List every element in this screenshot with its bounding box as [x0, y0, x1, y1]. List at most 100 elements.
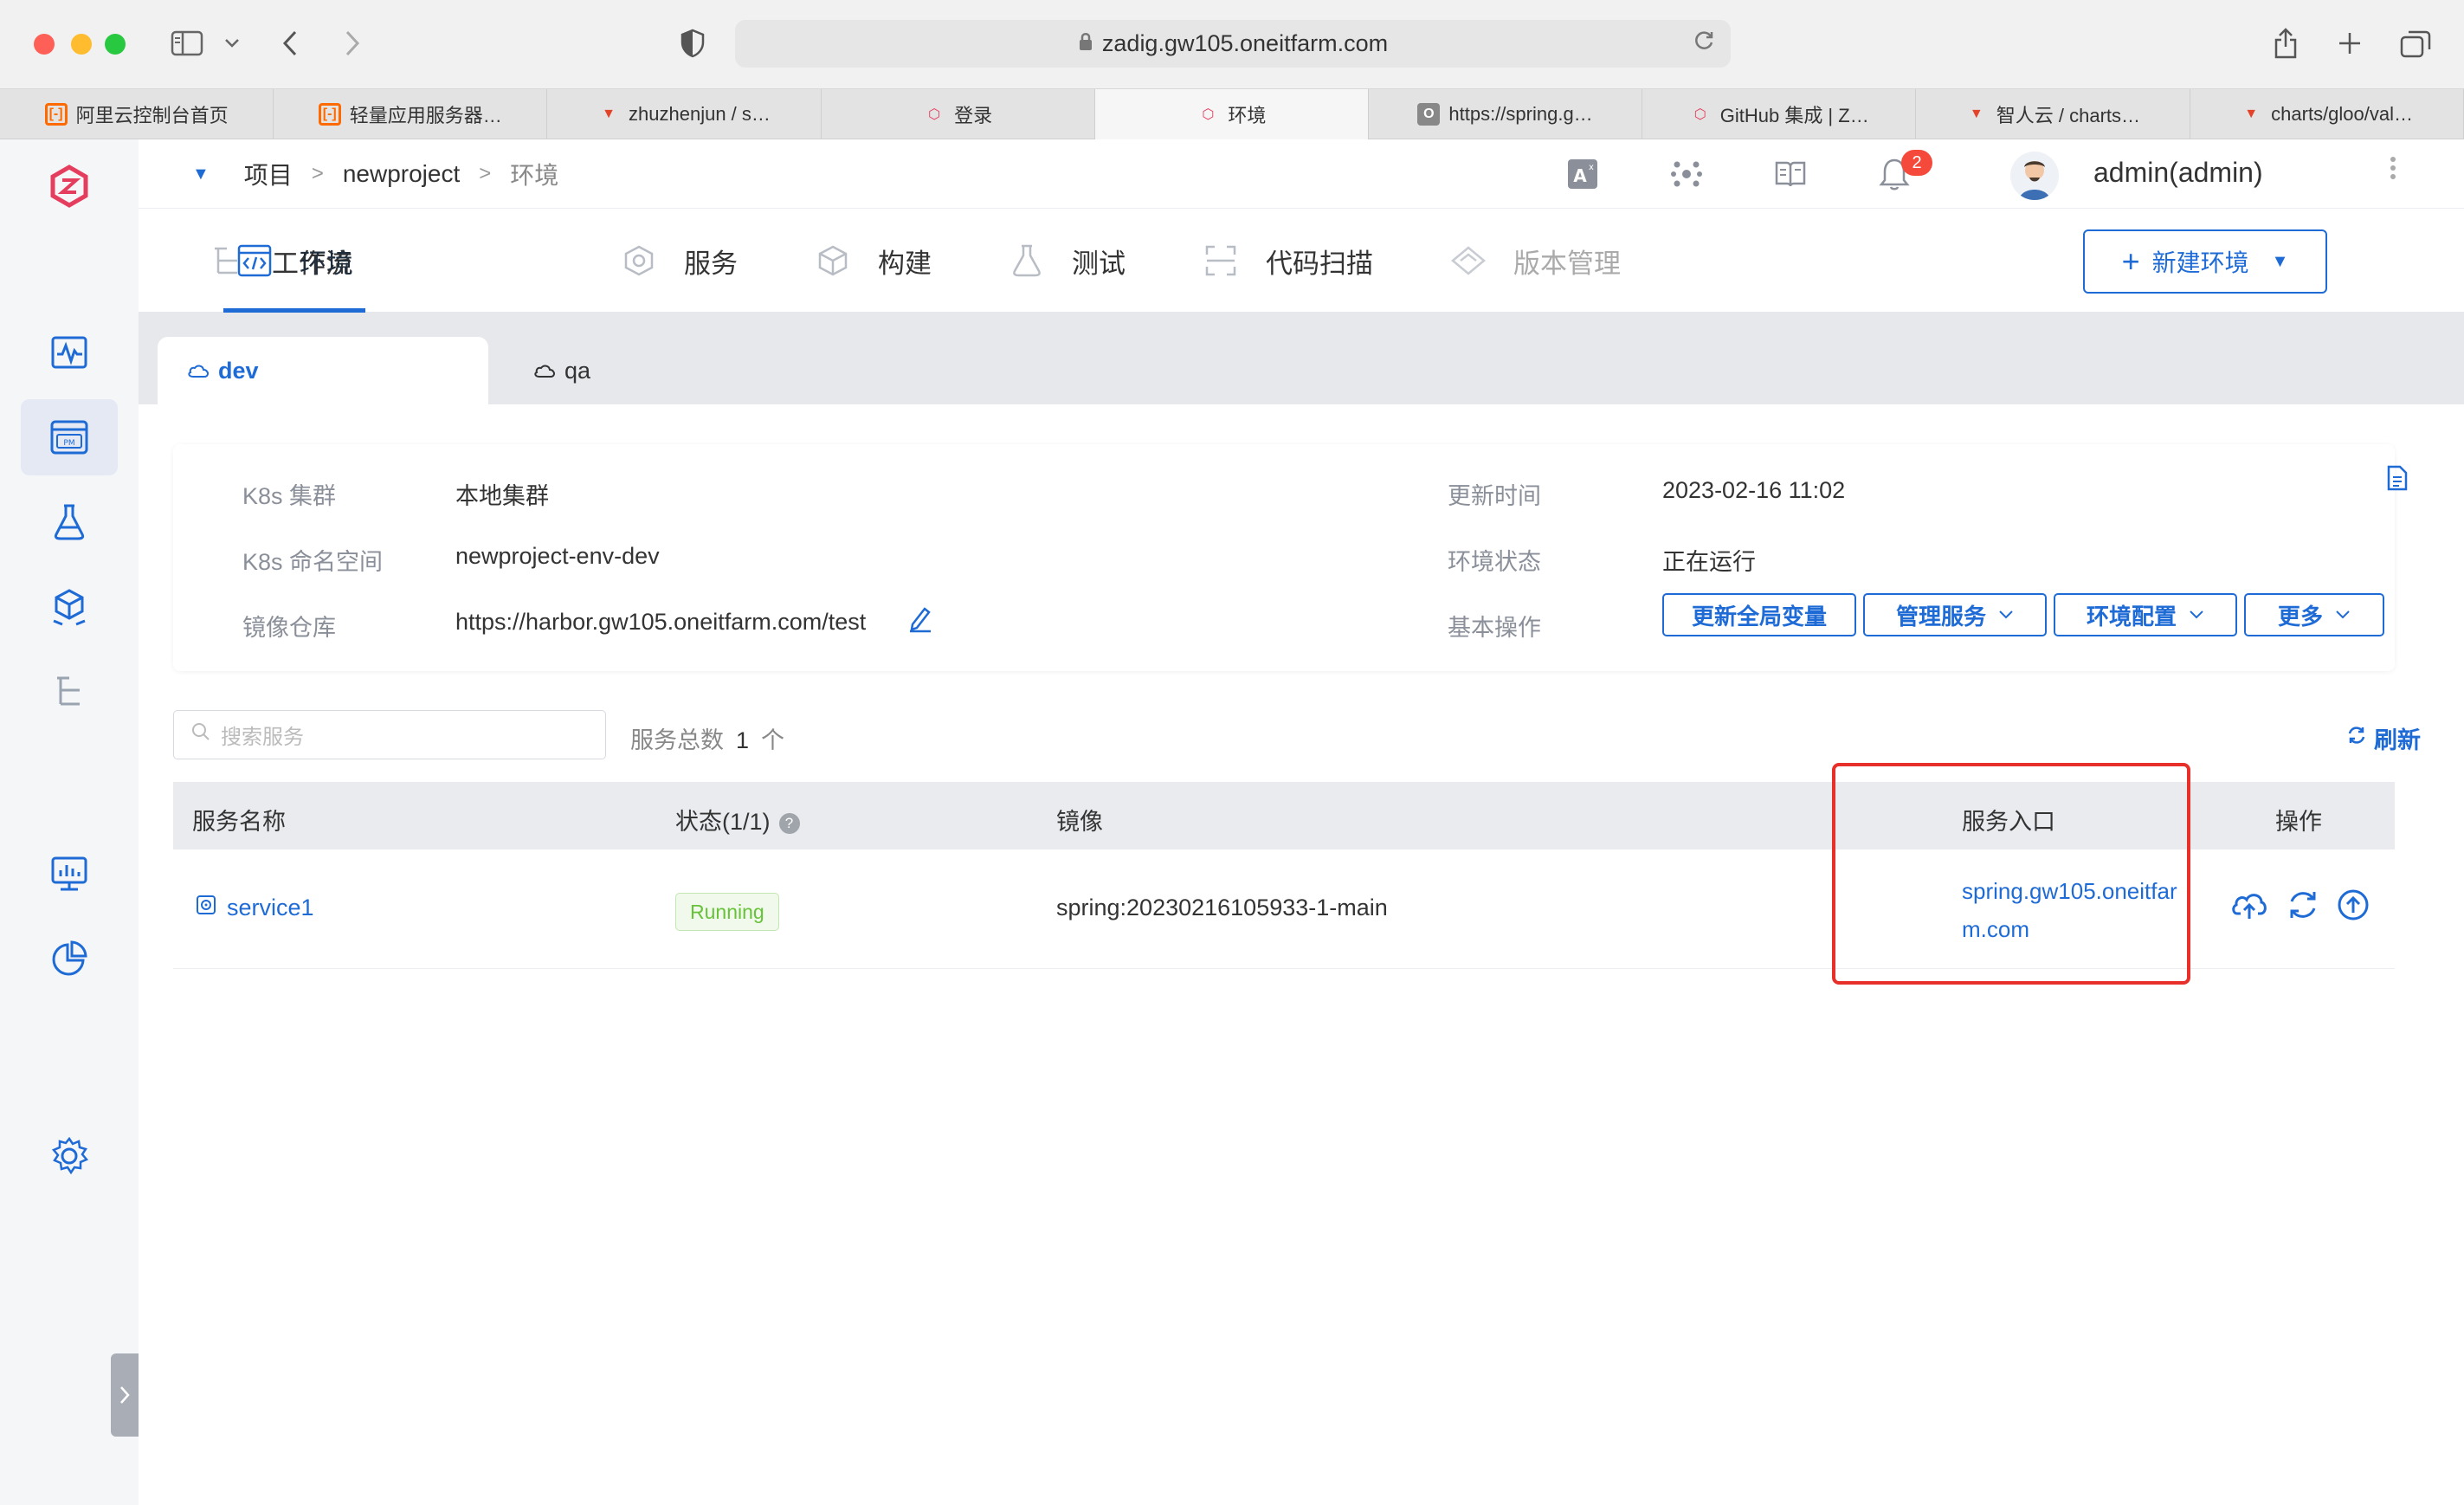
browser-tab[interactable]: [-] 轻量应用服务器…	[274, 89, 548, 139]
privacy-shield-icon[interactable]	[675, 24, 710, 62]
namespace-label: K8s 命名空间	[242, 549, 384, 575]
updated-label: 更新时间	[1448, 483, 1541, 509]
env-tab-dev[interactable]: dev	[158, 337, 488, 404]
environment-tabs: dev qa	[139, 313, 2464, 404]
version-icon	[1449, 242, 1487, 280]
svg-text:x: x	[1589, 163, 1594, 172]
tab-version[interactable]: 版本管理	[1449, 209, 1621, 313]
more-vertical-icon[interactable]	[2390, 155, 2396, 188]
avatar[interactable]	[2010, 152, 2059, 200]
tab-environment[interactable]: 环境	[223, 209, 365, 313]
service-total-count: 1	[736, 727, 750, 753]
monitor-pulse-icon[interactable]	[21, 314, 118, 391]
env-tab-qa[interactable]: qa	[504, 337, 694, 404]
reload-icon[interactable]	[1693, 29, 1715, 58]
env-config-button[interactable]: 环境配置	[2054, 593, 2237, 636]
env-tab-label: dev	[218, 357, 259, 384]
breadcrumb-item-newproject[interactable]: newproject	[343, 160, 460, 188]
refresh-button[interactable]: 刷新	[2346, 721, 2421, 755]
tab-test[interactable]: 测试	[1008, 209, 1126, 313]
environment-content: K8s 集群 本地集群 K8s 命名空间 newproject-env-dev …	[139, 404, 2464, 1505]
service-name-text: service1	[227, 895, 314, 920]
browser-tab[interactable]: ▼ 智人云 / charts…	[1916, 89, 2190, 139]
browser-tab-label: 环境	[1228, 105, 1267, 126]
upgrade-circle-icon[interactable]	[2336, 888, 2374, 926]
breadcrumb: ▼ 项目 > newproject > 环境	[192, 157, 558, 191]
tab-service[interactable]: 服务	[620, 209, 738, 313]
restart-icon[interactable]	[2286, 888, 2324, 926]
flask-icon[interactable]	[21, 484, 118, 560]
tab-build[interactable]: 构建	[814, 209, 932, 313]
tab-label: 版本管理	[1513, 248, 1621, 279]
zoom-window-button[interactable]	[105, 34, 126, 55]
svg-text:A: A	[1573, 165, 1587, 186]
tab-label: 测试	[1072, 248, 1126, 279]
manage-services-label: 管理服务	[1895, 603, 1986, 630]
tab-label: 代码扫描	[1266, 248, 1373, 279]
cloud-icon	[187, 358, 210, 384]
address-bar[interactable]: zadig.gw105.oneitfarm.com	[735, 20, 1731, 68]
new-environment-label: 新建环境	[2151, 249, 2249, 276]
browser-tab[interactable]: ▼ zhuzhenjun / s…	[547, 89, 822, 139]
service-table: 服务名称 状态(1/1)? 镜像 服务入口 操作 service1 Runnin…	[173, 782, 2395, 969]
tab-code-scan[interactable]: 代码扫描	[1202, 209, 1373, 313]
manage-services-button[interactable]: 管理服务	[1863, 593, 2047, 636]
pie-chart-icon[interactable]	[21, 920, 118, 997]
document-icon[interactable]	[2386, 465, 2409, 495]
package-hand-icon[interactable]	[21, 569, 118, 645]
breadcrumb-item-project[interactable]: 项目	[244, 157, 293, 191]
sidebar-expand-button[interactable]	[111, 1353, 139, 1437]
search-input[interactable]: 搜索服务	[173, 710, 606, 759]
caret-down-icon[interactable]: ▼	[192, 165, 210, 184]
updated-value: 2023-02-16 11:02	[1662, 477, 1846, 503]
tab-label: 构建	[878, 248, 932, 279]
more-button[interactable]: 更多	[2244, 593, 2384, 636]
book-icon[interactable]	[1771, 155, 1809, 193]
browser-tab[interactable]: ▼ charts/gloo/val…	[2190, 89, 2464, 139]
share-icon[interactable]	[2268, 24, 2303, 62]
tab-overview-icon[interactable]	[2396, 24, 2435, 62]
environment-info-card: K8s 集群 本地集群 K8s 命名空间 newproject-env-dev …	[173, 444, 2408, 671]
browser-tab-label: 轻量应用服务器…	[349, 105, 502, 126]
tab-label: 服务	[684, 248, 738, 279]
help-question-icon[interactable]: ?	[778, 812, 800, 834]
col-status: 状态(1/1)?	[675, 803, 800, 836]
chevron-down-icon	[2335, 606, 2351, 624]
browser-tab[interactable]: ⬡ 登录	[822, 89, 1095, 139]
chevron-down-icon[interactable]	[222, 24, 242, 62]
sidebar-toggle-icon[interactable]	[168, 24, 206, 62]
dashboard-display-icon[interactable]	[21, 836, 118, 912]
new-environment-button[interactable]: + 新建环境 ▼	[2083, 229, 2327, 294]
translate-icon[interactable]: Ax	[1564, 155, 1602, 193]
browser-tab-label: zhuzhenjun / s…	[629, 103, 771, 125]
service-entry-link[interactable]: spring.gw105.oneitfarm.com	[1962, 872, 2187, 948]
minimize-window-button[interactable]	[71, 34, 92, 55]
zadig-logo-icon[interactable]	[21, 148, 118, 224]
status-value: 正在运行	[1662, 549, 1756, 575]
username[interactable]: admin(admin)	[2093, 157, 2263, 189]
plugin-dots-icon[interactable]	[1667, 155, 1706, 193]
back-icon[interactable]	[275, 24, 305, 62]
close-window-button[interactable]	[34, 34, 55, 55]
service-total: 服务总数 1 个	[630, 721, 784, 755]
browser-tab[interactable]: [-] 阿里云控制台首页	[0, 89, 274, 139]
settings-gear-icon[interactable]	[21, 1118, 118, 1194]
chevron-down-icon	[2189, 606, 2204, 624]
upload-cloud-icon[interactable]	[2230, 888, 2268, 926]
tree-structure-icon[interactable]	[21, 654, 118, 730]
service-total-unit: 个	[761, 727, 785, 753]
forward-icon[interactable]	[338, 24, 367, 62]
build-icon	[814, 242, 852, 280]
project-pm-icon[interactable]: PM	[21, 399, 118, 475]
code-env-icon	[235, 242, 274, 280]
cluster-value: 本地集群	[455, 483, 549, 509]
browser-tab[interactable]: ⬡ GitHub 集成 | Z…	[1642, 89, 1917, 139]
service-name-link[interactable]: service1	[196, 895, 314, 921]
new-tab-icon[interactable]	[2332, 24, 2367, 62]
status-badge: Running	[675, 893, 779, 931]
browser-tab-label: https://spring.g…	[1448, 103, 1593, 125]
browser-tab[interactable]: Ohttps://spring.g…	[1369, 89, 1643, 139]
edit-pen-icon[interactable]	[907, 605, 933, 637]
update-global-vars-button[interactable]: 更新全局变量	[1662, 593, 1856, 636]
browser-tab-active[interactable]: ⬡ 环境	[1094, 89, 1369, 139]
